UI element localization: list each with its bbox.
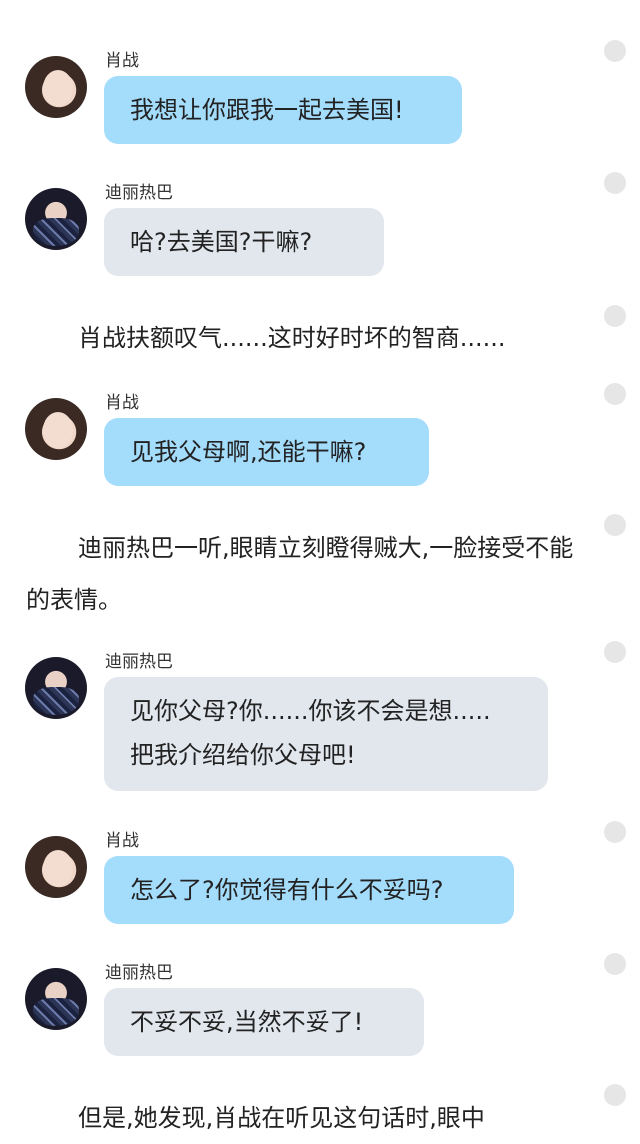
paragraph-marker[interactable] (604, 1084, 626, 1106)
paragraph-marker[interactable] (604, 383, 626, 405)
paragraph-marker[interactable] (604, 641, 626, 663)
chat-text: 哈?去美国?干嘛? (130, 228, 313, 256)
narration-paragraph: 但是,她发现,肖战在听见这句话时,眼中 (78, 1104, 485, 1132)
avatar (25, 56, 87, 118)
chat-text: 不妥不妥,当然不妥了! (130, 1008, 364, 1036)
chat-bubble: 见我父母啊,还能干嘛? (104, 418, 429, 486)
chat-text: 见我父母啊,还能干嘛? (130, 438, 367, 466)
chat-text: 我想让你跟我一起去美国! (130, 96, 404, 124)
chat-bubble: 见你父母?你......你该不会是想..... 把我介绍给你父母吧! (104, 677, 548, 791)
sender-name: 迪丽热巴 (105, 183, 173, 203)
avatar (25, 968, 87, 1030)
chat-bubble: 怎么了?你觉得有什么不妥吗? (104, 856, 514, 924)
paragraph-marker[interactable] (604, 821, 626, 843)
chat-text: 见你父母?你......你该不会是想..... (130, 697, 491, 725)
avatar (25, 188, 87, 250)
chat-bubble: 我想让你跟我一起去美国! (104, 76, 462, 144)
sender-name: 迪丽热巴 (105, 963, 173, 983)
avatar (25, 657, 87, 719)
sender-name: 肖战 (105, 51, 139, 71)
sender-name: 肖战 (105, 393, 139, 413)
avatar (25, 398, 87, 460)
chat-text: 怎么了?你觉得有什么不妥吗? (130, 876, 444, 904)
paragraph-marker[interactable] (604, 514, 626, 536)
chat-bubble: 不妥不妥,当然不妥了! (104, 988, 424, 1056)
avatar (25, 836, 87, 898)
sender-name: 肖战 (105, 831, 139, 851)
paragraph-marker[interactable] (604, 40, 626, 62)
chat-bubble: 哈?去美国?干嘛? (104, 208, 384, 276)
sender-name: 迪丽热巴 (105, 652, 173, 672)
narration-paragraph: 肖战扶额叹气......这时好时坏的智商...... (78, 324, 506, 352)
chat-text: 把我介绍给你父母吧! (130, 741, 356, 769)
paragraph-marker[interactable] (604, 172, 626, 194)
paragraph-marker[interactable] (604, 305, 626, 327)
paragraph-marker[interactable] (604, 953, 626, 975)
narration-paragraph: 迪丽热巴一听,眼睛立刻瞪得贼大,一脸接受不能的表情。 (26, 534, 574, 614)
